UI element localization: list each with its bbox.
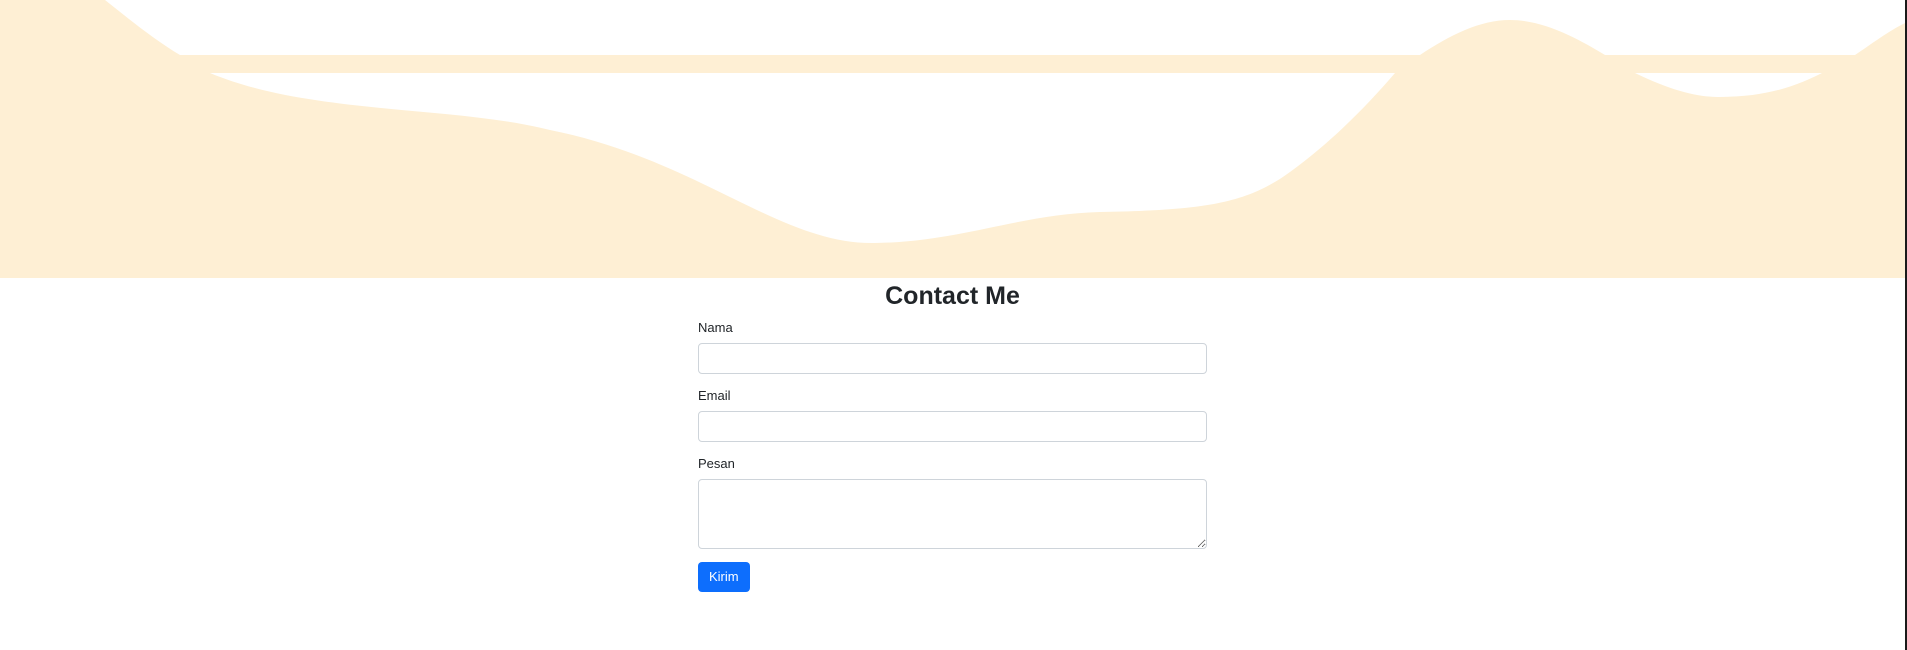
contact-title: Contact Me [885,282,1020,310]
email-input[interactable] [698,411,1207,442]
name-input[interactable] [698,343,1207,374]
submit-button[interactable]: Kirim [698,562,750,592]
name-field-group: Nama [698,320,1207,374]
message-textarea[interactable] [698,479,1207,549]
contact-form: Contact Me Nama Email Pesan Kirim [698,278,1207,592]
wave-banner [0,0,1907,278]
wave-shape [0,0,1907,278]
email-label: Email [698,388,731,403]
message-label: Pesan [698,456,735,471]
page: Contact Me Nama Email Pesan Kirim [0,0,1907,650]
email-field-group: Email [698,388,1207,442]
message-field-group: Pesan [698,456,1207,549]
name-label: Nama [698,320,733,335]
